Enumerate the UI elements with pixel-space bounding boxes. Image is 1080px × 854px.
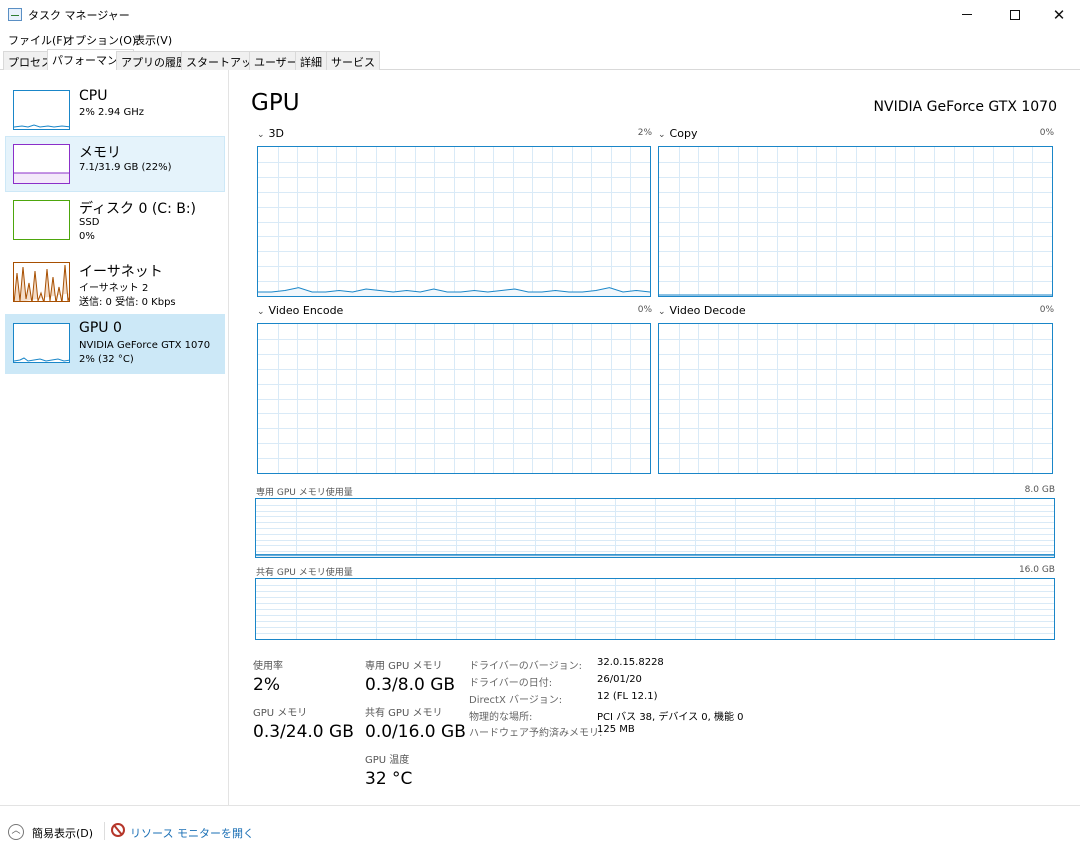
shared-memory-stat-label: 共有 GPU メモリ xyxy=(365,708,443,719)
shared-memory-graph xyxy=(255,578,1055,640)
footer-divider xyxy=(104,822,105,840)
disk-thumbnail xyxy=(13,200,70,240)
engine-selector-video-decode[interactable]: ⌄ Video Decode xyxy=(658,304,746,317)
info-label-location: 物理的な場所: xyxy=(469,712,533,723)
cpu-thumbnail xyxy=(13,90,70,130)
gpu-thumbnail xyxy=(13,323,70,363)
sidebar-item-memory[interactable]: メモリ 7.1/31.9 GB (22%) xyxy=(5,136,225,192)
info-value-directx: 12 (FL 12.1) xyxy=(597,691,658,702)
sidebar-item-cpu[interactable]: CPU 2% 2.94 GHz xyxy=(5,82,225,138)
gpu-memory-label: GPU メモリ xyxy=(253,708,308,719)
sidebar-item-label: GPU 0 xyxy=(79,320,122,336)
gpu-temperature-label: GPU 温度 xyxy=(365,755,410,766)
fewer-details-button[interactable]: 簡易表示(D) xyxy=(32,825,93,841)
info-value-reserved-memory: 125 MB xyxy=(597,724,635,735)
chevron-down-icon: ⌄ xyxy=(658,307,666,317)
info-label-reserved-memory: ハードウェア予約済みメモリ: xyxy=(469,728,603,739)
graph-3d xyxy=(257,146,651,297)
sidebar-item-label: メモリ xyxy=(79,145,121,161)
menu-view[interactable]: 表示(V) xyxy=(134,32,172,48)
task-manager-icon xyxy=(8,8,22,21)
maximize-button[interactable] xyxy=(992,0,1038,29)
engine-selector-video-encode[interactable]: ⌄ Video Encode xyxy=(257,304,343,317)
info-label-driver-version: ドライバーのバージョン: xyxy=(469,661,582,672)
sidebar-item-detail: NVIDIA GeForce GTX 1070 xyxy=(79,340,211,351)
chevron-down-icon: ⌄ xyxy=(257,130,265,140)
engine-label: 3D xyxy=(268,127,285,140)
info-value-driver-version: 32.0.15.8228 xyxy=(597,657,664,668)
sidebar-item-label: イーサネット xyxy=(79,264,163,280)
dedicated-memory-graph xyxy=(255,498,1055,558)
utilization-value: 2% xyxy=(253,675,280,695)
dedicated-memory-stat-value: 0.3/8.0 GB xyxy=(365,675,456,695)
engine-label: Video Decode xyxy=(669,304,746,317)
gpu-model-name: NVIDIA GeForce GTX 1070 xyxy=(873,99,1057,115)
menu-file[interactable]: ファイル(F) xyxy=(8,32,67,48)
info-value-driver-date: 26/01/20 xyxy=(597,674,642,685)
info-value-location: PCI バス 38, デバイス 0, 機能 0 xyxy=(597,712,744,723)
sidebar-item-detail-2: 2% (32 °C) xyxy=(79,354,134,365)
sidebar-item-detail: 2% 2.94 GHz xyxy=(79,107,145,118)
chevron-down-icon: ⌄ xyxy=(257,307,265,317)
memory-thumbnail xyxy=(13,144,70,184)
gpu-memory-value: 0.3/24.0 GB xyxy=(253,722,354,742)
title-bar: タスク マネージャー ✕ xyxy=(0,0,1080,29)
sidebar-item-detail: 7.1/31.9 GB (22%) xyxy=(79,162,172,173)
info-label-driver-date: ドライバーの日付: xyxy=(469,678,553,689)
maximize-icon xyxy=(1010,9,1020,20)
info-label-directx: DirectX バージョン: xyxy=(469,695,563,706)
page-title: GPU xyxy=(251,90,300,116)
sidebar-item-detail-2: 0% xyxy=(79,231,95,242)
footer-bar: ︿ 簡易表示(D) リソース モニターを開く xyxy=(0,805,1080,854)
sidebar-item-label: CPU xyxy=(79,88,108,104)
ethernet-thumbnail xyxy=(13,262,70,302)
menu-bar: ファイル(F) オプション(O) 表示(V) xyxy=(0,29,1080,49)
graph-video-encode xyxy=(257,323,651,474)
sidebar-item-ethernet[interactable]: イーサネット イーサネット 2 送信: 0 受信: 0 Kbps xyxy=(5,255,225,311)
sidebar-item-detail: SSD xyxy=(79,217,100,228)
engine-percent: 0% xyxy=(1039,305,1054,315)
engine-label: Copy xyxy=(669,127,698,140)
sidebar-item-label: ディスク 0 (C: B:) xyxy=(79,201,197,217)
engine-label: Video Encode xyxy=(268,304,344,317)
dedicated-memory-max: 8.0 GB xyxy=(1024,485,1055,495)
dedicated-memory-label: 専用 GPU メモリ使用量 xyxy=(256,488,353,498)
menu-options[interactable]: オプション(O) xyxy=(64,32,136,48)
close-icon: ✕ xyxy=(1052,5,1066,24)
tab-details[interactable]: 詳細 xyxy=(295,51,327,70)
close-button[interactable]: ✕ xyxy=(1036,0,1080,29)
shared-memory-max: 16.0 GB xyxy=(1018,565,1055,575)
sidebar-item-gpu[interactable]: GPU 0 NVIDIA GeForce GTX 1070 2% (32 °C) xyxy=(5,314,225,374)
shared-memory-stat-value: 0.0/16.0 GB xyxy=(365,722,466,742)
dedicated-memory-stat-label: 専用 GPU メモリ xyxy=(365,661,443,672)
sidebar-item-detail: イーサネット 2 xyxy=(79,283,149,294)
engine-percent: 0% xyxy=(637,305,652,315)
resource-monitor-link[interactable]: リソース モニターを開く xyxy=(130,825,254,841)
minimize-icon xyxy=(962,14,972,15)
shared-memory-label: 共有 GPU メモリ使用量 xyxy=(256,568,353,578)
window-title: タスク マネージャー xyxy=(28,9,130,22)
sidebar-item-detail-2: 送信: 0 受信: 0 Kbps xyxy=(79,297,176,308)
tab-services[interactable]: サービス xyxy=(326,51,380,70)
chevron-down-icon: ⌄ xyxy=(658,130,666,140)
graph-video-decode xyxy=(658,323,1053,474)
sidebar-item-disk[interactable]: ディスク 0 (C: B:) SSD 0% xyxy=(5,192,225,248)
graph-copy xyxy=(658,146,1053,297)
performance-sidebar: CPU 2% 2.94 GHz メモリ 7.1/31.9 GB (22%) ディ… xyxy=(0,70,229,805)
utilization-label: 使用率 xyxy=(253,661,283,672)
chevron-up-icon[interactable]: ︿ xyxy=(8,824,24,840)
tab-bar: プロセス パフォーマンス アプリの履歴 スタートアップ ユーザー 詳細 サービス xyxy=(0,49,1080,70)
engine-percent: 2% xyxy=(637,128,652,138)
resource-monitor-icon xyxy=(111,823,125,837)
engine-selector-copy[interactable]: ⌄ Copy xyxy=(658,127,697,140)
engine-percent: 0% xyxy=(1039,128,1054,138)
gpu-temperature-value: 32 °C xyxy=(365,769,413,789)
engine-selector-3d[interactable]: ⌄ 3D xyxy=(257,127,284,140)
minimize-button[interactable] xyxy=(944,0,990,29)
